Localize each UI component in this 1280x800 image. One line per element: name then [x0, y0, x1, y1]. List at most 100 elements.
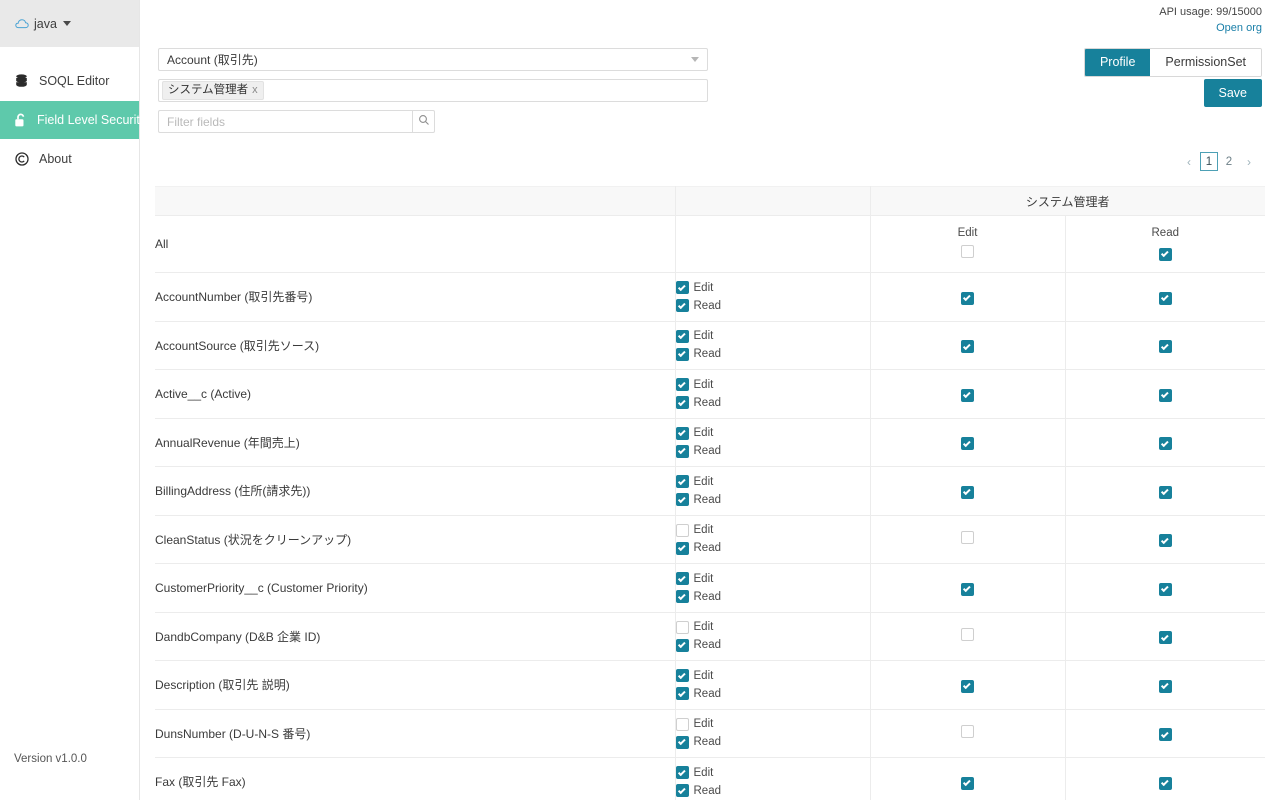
pair-edit-checkbox[interactable]: [675, 523, 689, 537]
edit-permission-cell: [869, 272, 1065, 321]
read-checkbox[interactable]: [1158, 291, 1172, 305]
permission-pair-cell: Edit Read: [674, 660, 870, 709]
read-checkbox[interactable]: [1158, 728, 1172, 741]
pair-read-checkbox[interactable]: [675, 784, 689, 798]
edit-checkbox[interactable]: [961, 776, 974, 790]
pair-edit-checkbox[interactable]: [675, 572, 689, 586]
profile-chip-input[interactable]: システム管理者 x: [158, 79, 708, 102]
field-level-security-table: システム管理者 All Edit Read AccountNumber (取引先番号)…: [155, 186, 1265, 800]
sidebar-item-field-level-security[interactable]: Field Level Security: [0, 101, 146, 139]
edit-checkbox[interactable]: [961, 340, 974, 353]
pair-edit-label: Edit: [693, 669, 714, 682]
field-name: CleanStatus (状況をクリーンアップ): [155, 532, 352, 547]
read-checkbox[interactable]: [1158, 534, 1172, 547]
pair-read-checkbox[interactable]: [675, 735, 689, 749]
org-switcher[interactable]: java: [0, 0, 139, 47]
table-row: Description (取引先 説明) Edit Read: [155, 660, 1265, 709]
permission-pair-cell: Edit Read: [674, 466, 870, 515]
field-name: DandbCompany (D&B 企業 ID): [155, 629, 321, 644]
pair-read-checkbox[interactable]: [675, 687, 689, 701]
pair-read-checkbox[interactable]: [675, 444, 689, 458]
edit-checkbox[interactable]: [961, 388, 974, 402]
open-org-link[interactable]: Open org: [1216, 22, 1262, 34]
object-select[interactable]: Account (取引先): [158, 48, 708, 71]
read-checkbox[interactable]: [1158, 388, 1172, 402]
pair-edit-checkbox[interactable]: [675, 766, 689, 780]
read-checkbox[interactable]: [1158, 485, 1172, 499]
pair-read-checkbox[interactable]: [675, 590, 689, 604]
read-permission-cell: [1064, 272, 1265, 321]
edit-checkbox[interactable]: [961, 291, 974, 305]
check-icon: [677, 495, 686, 503]
pair-read-checkbox[interactable]: [675, 396, 689, 410]
pair-edit-checkbox[interactable]: [675, 378, 689, 392]
field-name: CustomerPriority__c (Customer Priority): [155, 580, 368, 595]
pair-edit-checkbox[interactable]: [675, 426, 689, 440]
field-name: AccountSource (取引先ソース): [155, 338, 320, 353]
check-icon: [677, 543, 686, 552]
edit-permission-cell: [869, 321, 1065, 370]
check-icon: [962, 438, 971, 447]
check-icon: [677, 283, 686, 291]
pair-read-checkbox[interactable]: [675, 638, 689, 652]
all-edit-checkbox[interactable]: [961, 245, 974, 258]
table-row: AnnualRevenue (年間売上) Edit Read: [155, 418, 1265, 467]
table-row: DandbCompany (D&B 企業 ID) Edit Read: [155, 612, 1265, 661]
edit-checkbox[interactable]: [961, 485, 974, 499]
pagination-page-1[interactable]: 1: [1200, 152, 1218, 171]
edit-permission-cell: [869, 418, 1065, 467]
pair-edit-checkbox[interactable]: [675, 669, 689, 683]
read-checkbox[interactable]: [1158, 679, 1172, 693]
read-checkbox[interactable]: [1158, 776, 1172, 790]
pair-read-checkbox[interactable]: [675, 541, 689, 555]
filter-fields-group: [158, 110, 435, 133]
tab-permissionset[interactable]: PermissionSet: [1150, 49, 1261, 76]
pair-read-label: Read: [693, 396, 722, 409]
check-icon: [677, 398, 686, 406]
search-input[interactable]: [158, 110, 412, 133]
table-row: DunsNumber (D-U-N-S 番号) Edit Read: [155, 709, 1265, 758]
close-icon[interactable]: x: [252, 83, 258, 97]
pagination-next[interactable]: ›: [1240, 152, 1258, 171]
read-checkbox[interactable]: [1158, 582, 1172, 596]
sidebar-item-soql-editor[interactable]: SOQL Editor: [0, 62, 139, 100]
pair-read-checkbox[interactable]: [675, 299, 689, 313]
save-button[interactable]: Save: [1203, 79, 1262, 107]
tab-profile[interactable]: Profile: [1084, 49, 1151, 76]
sidebar-item-about[interactable]: About: [0, 140, 139, 178]
field-name: All: [155, 237, 169, 251]
read-checkbox[interactable]: [1158, 437, 1172, 450]
search-icon: [418, 113, 430, 131]
table-row-all: All Edit Read: [155, 215, 1265, 273]
pair-read-checkbox[interactable]: [675, 493, 689, 507]
pair-edit-checkbox[interactable]: [675, 717, 689, 731]
field-name: Fax (取引先 Fax): [155, 775, 246, 790]
pair-edit-checkbox[interactable]: [675, 281, 689, 295]
pair-edit-label: Edit: [693, 572, 714, 585]
read-checkbox[interactable]: [1158, 631, 1172, 644]
edit-checkbox[interactable]: [961, 725, 974, 739]
pair-edit-checkbox[interactable]: [675, 475, 689, 489]
all-read-checkbox[interactable]: [1158, 247, 1172, 261]
edit-checkbox[interactable]: [961, 628, 974, 642]
read-permission-cell: [1064, 515, 1265, 564]
read-checkbox[interactable]: [1158, 340, 1172, 353]
edit-checkbox[interactable]: [961, 437, 974, 450]
pagination-prev[interactable]: ‹: [1180, 152, 1198, 171]
pair-line-read: Read: [675, 733, 870, 751]
read-permission-cell: [1064, 660, 1265, 709]
search-button[interactable]: [412, 110, 435, 133]
pair-edit-checkbox[interactable]: [675, 620, 689, 634]
edit-checkbox[interactable]: [961, 531, 974, 545]
pair-edit-label: Edit: [693, 281, 714, 294]
pair-edit-checkbox[interactable]: [675, 329, 689, 343]
permission-pair-cell: Edit Read: [674, 321, 870, 370]
read-permission-cell: [1064, 321, 1265, 370]
edit-checkbox[interactable]: [961, 582, 974, 596]
edit-checkbox[interactable]: [961, 679, 974, 693]
copyright-icon: [14, 152, 29, 166]
check-icon: [1160, 293, 1169, 302]
pair-read-checkbox[interactable]: [675, 347, 689, 361]
pagination-page-2[interactable]: 2: [1220, 152, 1238, 171]
edit-permission-cell: [869, 612, 1065, 661]
